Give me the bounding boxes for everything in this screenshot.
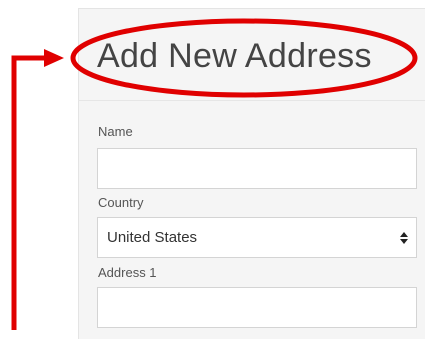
annotation-overlay [11, 18, 418, 330]
pointer-line [11, 55, 46, 330]
pointer-arrowhead-icon [44, 49, 64, 67]
highlight-ellipse [70, 18, 418, 98]
